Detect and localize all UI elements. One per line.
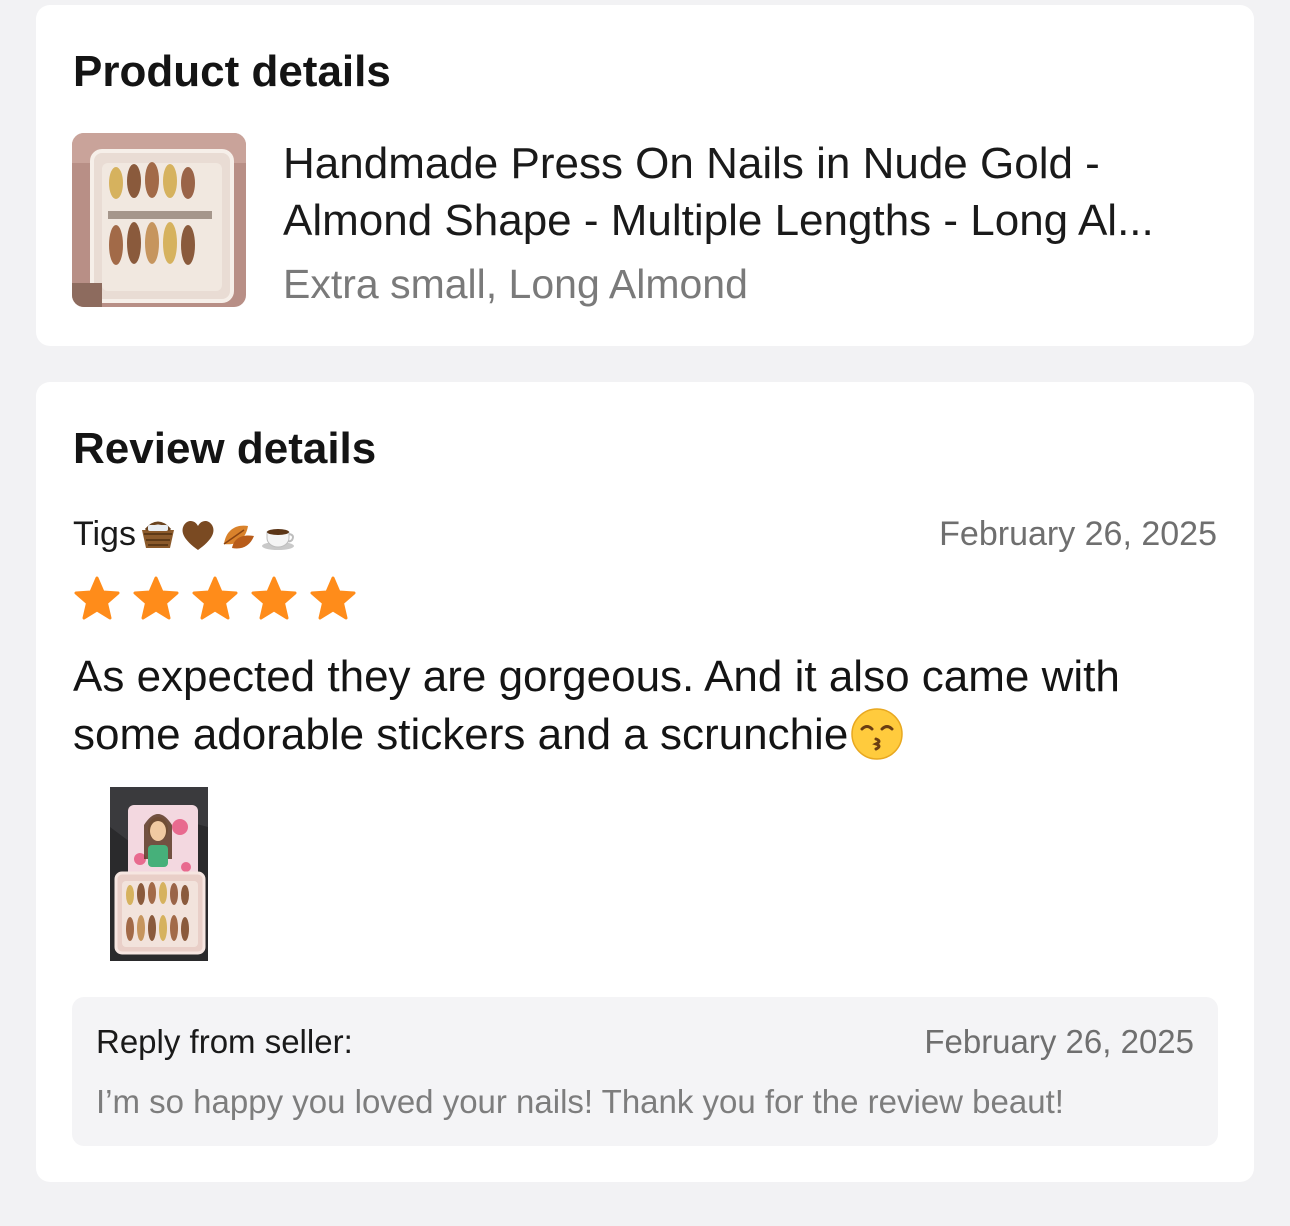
kissing-face-emoji <box>851 708 904 760</box>
review-photo[interactable] <box>110 787 208 961</box>
product-photo-nails-box <box>72 133 246 307</box>
star-icon <box>310 576 356 620</box>
seller-reply-label: Reply from seller: <box>96 1023 353 1060</box>
review-date: February 26, 2025 <box>939 515 1217 553</box>
review-details-card: Review details Tigs February 26, 2025 As… <box>36 382 1254 1182</box>
review-details-heading: Review details <box>73 424 377 473</box>
star-icon <box>133 576 179 620</box>
seller-reply-text: I’m so happy you loved your nails! Thank… <box>96 1083 1064 1120</box>
product-details-card: Product details Handmade Press On Nails … <box>36 5 1254 346</box>
review-photo-nails-stickers <box>110 787 208 961</box>
star-icon <box>74 576 120 620</box>
seller-reply-date: February 26, 2025 <box>924 1023 1194 1060</box>
basket-emoji <box>141 521 174 548</box>
product-details-heading: Product details <box>73 47 391 96</box>
product-thumbnail[interactable] <box>72 133 246 307</box>
star-icon <box>192 576 238 620</box>
reviewer-name: Tigs <box>73 514 136 553</box>
review-text-body: As expected they are gorgeous. And it al… <box>73 652 1120 759</box>
review-text: As expected they are gorgeous. And it al… <box>73 648 1213 764</box>
reviewer: Tigs <box>73 512 298 556</box>
seller-reply: Reply from seller: February 26, 2025 I’m… <box>72 997 1218 1146</box>
product-title[interactable]: Handmade Press On Nails in Nude Gold - A… <box>283 135 1223 249</box>
hot-coffee-emoji <box>261 529 294 550</box>
star-icon <box>251 576 297 620</box>
star-rating <box>72 574 367 624</box>
fallen-leaf-emoji <box>223 525 254 549</box>
brown-heart-emoji <box>182 520 214 550</box>
product-variant: Extra small, Long Almond <box>283 261 748 307</box>
